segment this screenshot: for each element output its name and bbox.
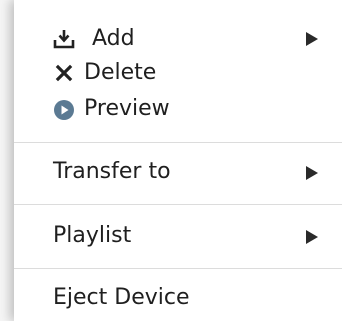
menu-item-playlist-label: Playlist [53, 223, 132, 248]
menu-item-transfer-to[interactable]: Transfer to [14, 157, 342, 189]
submenu-arrow-icon [306, 230, 318, 244]
menu-separator [14, 142, 342, 143]
menu-item-preview-label: Preview [84, 96, 170, 121]
menu-item-preview[interactable]: Preview [14, 94, 342, 126]
menu-item-add-label: Add [92, 26, 135, 51]
context-menu: Add Delete Preview Transfer to Playlist [14, 0, 342, 321]
menu-item-transfer-to-label: Transfer to [53, 159, 171, 184]
submenu-arrow-icon [306, 166, 318, 180]
menu-item-add[interactable]: Add [14, 24, 342, 56]
menu-separator [14, 268, 342, 269]
menu-item-playlist[interactable]: Playlist [14, 221, 342, 253]
menu-separator [14, 204, 342, 205]
add-to-tray-icon [53, 28, 75, 50]
menu-item-delete-label: Delete [84, 60, 157, 85]
menu-item-delete[interactable]: Delete [14, 58, 342, 90]
menu-item-eject-device-label: Eject Device [53, 285, 190, 310]
x-icon [53, 62, 75, 84]
submenu-arrow-icon [306, 32, 318, 46]
menu-item-eject-device[interactable]: Eject Device [14, 283, 342, 315]
play-circle-icon [53, 99, 75, 121]
